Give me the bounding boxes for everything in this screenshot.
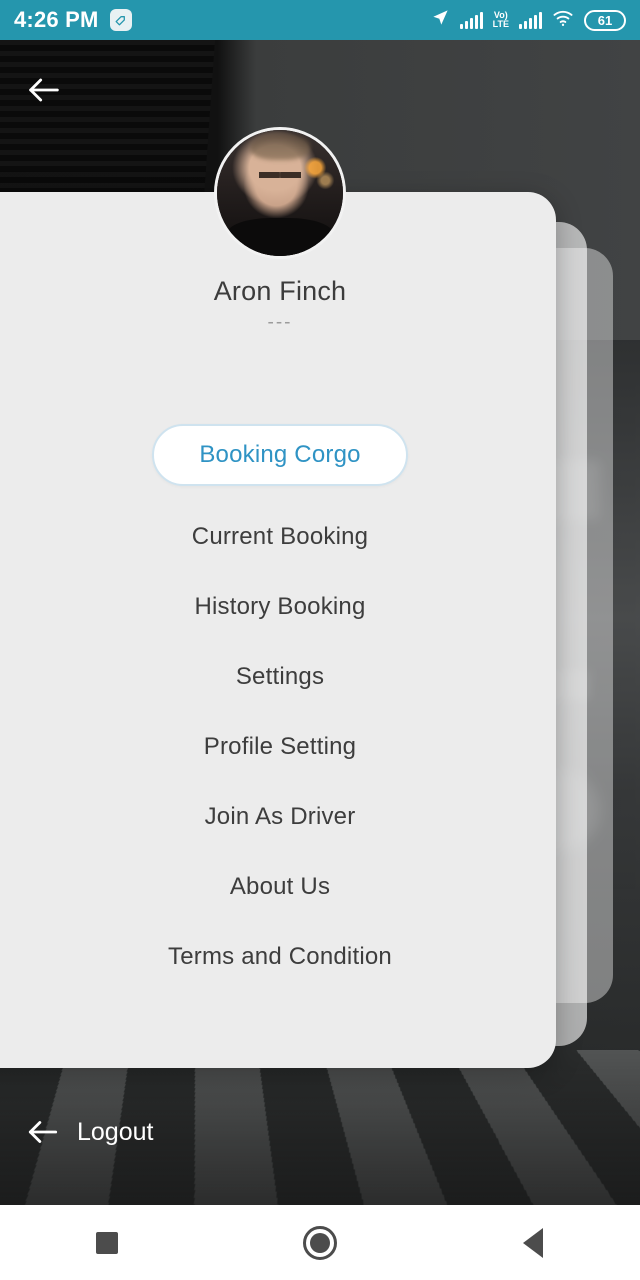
back-button[interactable] (24, 70, 64, 110)
menu-item-current-booking[interactable]: Current Booking (0, 502, 560, 572)
app-screen: 4:26 PM Vo) LTE 61 Aron Finch --- Bookin… (0, 0, 640, 1280)
back-arrow-icon (28, 1121, 58, 1143)
nav-back-button[interactable] (473, 1205, 593, 1280)
menu-item-booking-corgo[interactable]: Booking Corgo (152, 424, 408, 486)
menu-item-profile-setting[interactable]: Profile Setting (0, 712, 560, 782)
drawer-menu: Booking Corgo Current Booking History Bo… (0, 424, 560, 992)
recents-button[interactable] (47, 1205, 167, 1280)
logout-button[interactable]: Logout (24, 1113, 153, 1151)
back-arrow-icon (29, 78, 59, 102)
volte-icon: Vo) LTE (492, 10, 509, 29)
menu-item-history-booking[interactable]: History Booking (0, 572, 560, 642)
signal-bars-icon-2 (519, 11, 542, 29)
navigation-arrow-icon (431, 8, 450, 32)
signal-bars-icon (459, 11, 483, 29)
wifi-icon (552, 9, 574, 32)
menu-item-about-us[interactable]: About Us (0, 852, 560, 922)
avatar[interactable] (214, 127, 346, 259)
menu-item-terms-and-condition[interactable]: Terms and Condition (0, 922, 560, 992)
android-nav-bar (0, 1205, 640, 1280)
circle-home-icon (302, 1225, 337, 1260)
home-button[interactable] (260, 1205, 380, 1280)
profile-subtitle: --- (267, 312, 293, 333)
menu-item-join-as-driver[interactable]: Join As Driver (0, 782, 560, 852)
app-notification-icon (109, 9, 132, 31)
avatar-photo (217, 130, 343, 256)
status-bar-time: 4:26 PM (14, 7, 99, 32)
logout-label: Logout (77, 1117, 154, 1146)
square-recents-icon (95, 1231, 118, 1254)
status-bar: 4:26 PM Vo) LTE 61 (0, 0, 640, 40)
triangle-back-icon (523, 1227, 544, 1258)
battery-indicator: 61 (584, 9, 626, 31)
menu-item-settings[interactable]: Settings (0, 642, 560, 712)
status-bar-icons: Vo) LTE 61 (431, 8, 626, 32)
profile-name: Aron Finch (213, 276, 347, 306)
